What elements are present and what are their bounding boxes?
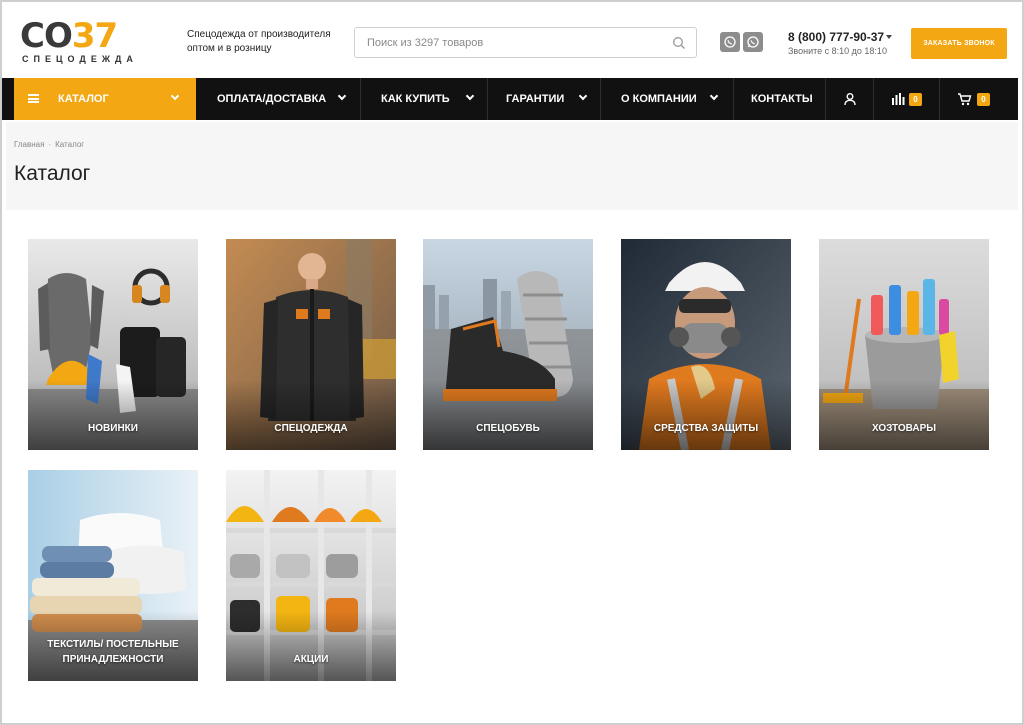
nav-item-label: ОПЛАТА/ДОСТАВКА — [217, 93, 327, 105]
compare-count-badge: 0 — [909, 93, 922, 106]
chevron-down-icon — [465, 91, 475, 101]
nav-item-how-to-buy[interactable]: КАК КУПИТЬ — [361, 78, 488, 120]
nav-item-label: ГАРАНТИИ — [506, 93, 565, 105]
breadcrumb-separator: - — [48, 140, 52, 149]
category-label: АКЦИИ — [293, 654, 329, 665]
breadcrumb-home[interactable]: Главная — [14, 140, 44, 149]
logo-wordmark: CO37 — [20, 16, 118, 56]
nav-item-contacts[interactable]: КОНТАКТЫ — [734, 78, 826, 120]
category-tile-protection[interactable]: СРЕДСТВА ЗАЩИТЫ — [621, 239, 791, 450]
main-nav: КАТАЛОГ ОПЛАТА/ДОСТАВКА КАК КУПИТЬ ГАРАН… — [2, 78, 1018, 120]
site-header: CO37 СПЕЦОДЕЖДА Спецодежда от производит… — [2, 2, 1022, 78]
category-tile-workwear[interactable]: СПЕЦОДЕЖДА — [226, 239, 396, 450]
category-tile-household[interactable]: ХОЗТОВАРЫ — [819, 239, 989, 450]
nav-item-about[interactable]: О КОМПАНИИ — [601, 78, 734, 120]
category-label: ТЕКСТИЛЬ/ ПОСТЕЛЬНЫЕ ПРИНАДЛЕЖНОСТИ — [47, 639, 179, 665]
user-icon — [844, 93, 856, 106]
category-label: СРЕДСТВА ЗАЩИТЫ — [653, 423, 759, 434]
category-label: СПЕЦОДЕЖДА — [274, 423, 348, 434]
category-tile-textile[interactable]: ТЕКСТИЛЬ/ ПОСТЕЛЬНЫЕ ПРИНАДЛЕЖНОСТИ — [28, 470, 198, 681]
nav-catalog[interactable]: КАТАЛОГ — [14, 78, 196, 120]
page-title: Каталог — [14, 162, 91, 185]
chevron-down-icon — [709, 91, 719, 101]
nav-catalog-label: КАТАЛОГ — [58, 93, 109, 105]
chevron-down-icon — [170, 91, 180, 101]
chevron-down-icon — [578, 91, 588, 101]
callback-button[interactable]: ЗАКАЗАТЬ ЗВОНОК — [911, 28, 1007, 59]
cart-icon — [958, 93, 972, 106]
phone-number[interactable]: 8 (800) 777-90-37 — [788, 30, 884, 44]
nav-item-label: О КОМПАНИИ — [621, 93, 697, 105]
nav-item-delivery[interactable]: ОПЛАТА/ДОСТАВКА — [196, 78, 361, 120]
nav-item-guarantees[interactable]: ГАРАНТИИ — [488, 78, 601, 120]
breadcrumb-current: Каталог — [55, 140, 85, 149]
work-hours: Звоните с 8:10 до 18:10 — [788, 46, 887, 56]
site-logo[interactable]: CO37 СПЕЦОДЕЖДА — [20, 16, 160, 64]
nav-item-label: КАК КУПИТЬ — [381, 93, 450, 105]
menu-icon — [28, 94, 39, 103]
chevron-down-icon — [337, 91, 347, 101]
viber-icon[interactable] — [720, 32, 740, 52]
category-tile-sales[interactable]: АКЦИИ — [226, 470, 396, 681]
search-input[interactable] — [355, 28, 655, 57]
category-tile-new[interactable]: НОВИНКИ — [28, 239, 198, 450]
site-tagline: Спецодежда от производителя оптом и в ро… — [187, 29, 331, 54]
phone-dropdown-icon[interactable] — [886, 35, 892, 39]
logo-subtitle: СПЕЦОДЕЖДА — [22, 54, 138, 64]
search-box — [354, 27, 697, 58]
category-tile-footwear[interactable]: СПЕЦОБУВЬ — [423, 239, 593, 450]
nav-user[interactable] — [826, 78, 874, 120]
category-label: НОВИНКИ — [88, 423, 138, 434]
category-label: ХОЗТОВАРЫ — [871, 423, 937, 434]
nav-compare[interactable]: 0 — [874, 78, 940, 120]
page-header-section: Главная - Каталог Каталог — [6, 122, 1018, 210]
category-label: СПЕЦОБУВЬ — [476, 423, 540, 434]
compare-icon — [892, 93, 905, 105]
nav-cart[interactable]: 0 — [940, 78, 1018, 120]
search-icon[interactable] — [672, 36, 686, 50]
nav-item-label: КОНТАКТЫ — [751, 93, 813, 105]
cart-count-badge: 0 — [977, 93, 990, 106]
breadcrumb: Главная - Каталог — [14, 140, 84, 149]
whatsapp-icon[interactable] — [743, 32, 763, 52]
